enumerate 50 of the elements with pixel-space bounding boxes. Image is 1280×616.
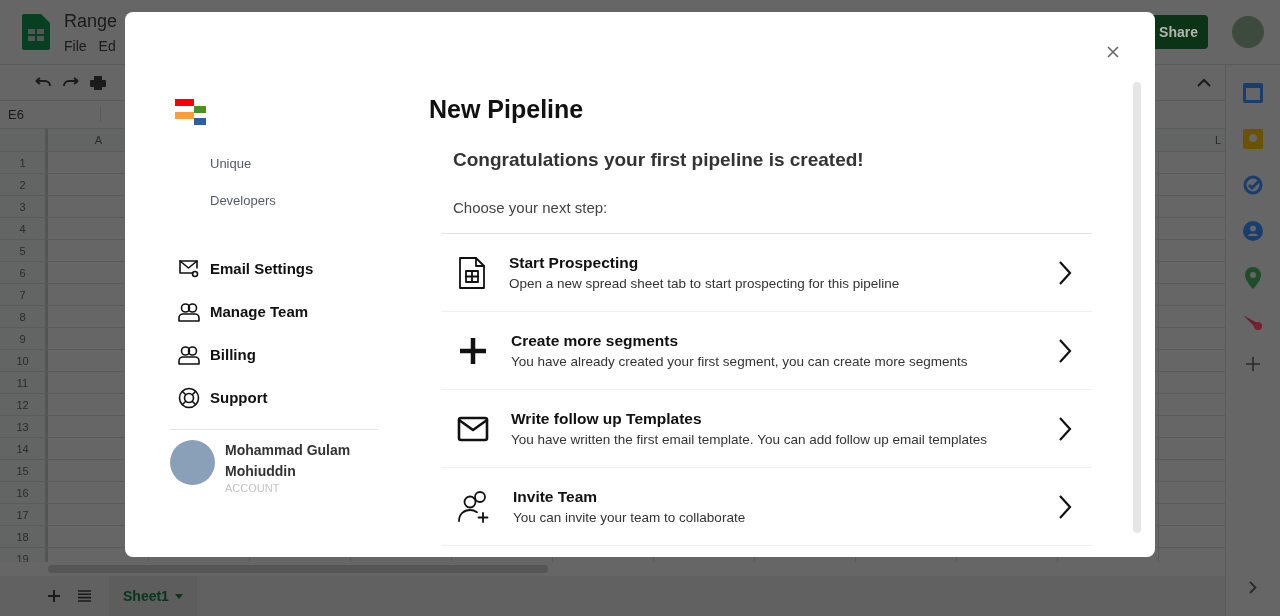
mail-gear-icon: [178, 258, 200, 279]
user-name: Mohammad Gulam Mohiuddin: [225, 441, 352, 481]
spreadsheet-icon: [457, 255, 487, 290]
chevron-right-icon: [1058, 415, 1072, 442]
menu-item[interactable]: File: [64, 37, 87, 54]
sheets-logo-icon: [22, 14, 50, 50]
step-option[interactable]: Write follow up Templates You have written the first email template. You can add follow up email templates: [441, 390, 1092, 468]
brand-name: Developers: [210, 192, 277, 210]
close-icon: [1107, 46, 1119, 58]
nav-link[interactable]: Support: [170, 376, 378, 419]
add-user-icon: [457, 489, 491, 524]
chevron-right-icon: [1058, 493, 1072, 520]
nav-link[interactable]: Billing: [170, 333, 378, 376]
menu-icon[interactable]: [78, 590, 91, 602]
lifebuoy-icon: [178, 386, 200, 409]
lightbulb-icon[interactable]: [1243, 129, 1263, 149]
chevron-right-icon: [1058, 259, 1072, 286]
avatar[interactable]: [1232, 16, 1264, 48]
people-icon: [178, 344, 200, 365]
step-option[interactable]: Invite Team You can invite your team to collaborate: [441, 468, 1092, 546]
dialog-title: New Pipeline: [429, 95, 585, 124]
check-circle-icon[interactable]: [1243, 175, 1263, 195]
map-pin-icon[interactable]: [1245, 267, 1261, 289]
calendar-icon[interactable]: [1243, 83, 1263, 103]
sheet-tab[interactable]: Sheet1: [109, 576, 197, 616]
caret-icon: [174, 593, 183, 599]
step-option[interactable]: Start Prospecting Open a new spread sheet tab to start prospecting for this pipeline: [441, 234, 1092, 312]
chevron-up-icon[interactable]: [1197, 78, 1211, 87]
chevron-right-icon: [1058, 337, 1072, 364]
redo-icon[interactable]: [62, 76, 80, 89]
add-icon[interactable]: [48, 590, 60, 602]
step-option[interactable]: Create more segments You have already created your first segment, you can create more segments: [441, 312, 1092, 390]
prompt-text: Choose your next step:: [441, 171, 1092, 234]
print-icon[interactable]: [90, 74, 106, 91]
stacked-bars-logo-icon: [175, 99, 206, 125]
user-role: ACCOUNT: [225, 482, 281, 494]
contact-icon[interactable]: [1243, 221, 1263, 241]
undo-icon[interactable]: [34, 76, 52, 89]
add-icon[interactable]: [1246, 357, 1260, 371]
cell-reference[interactable]: E6: [0, 107, 101, 122]
nav-link[interactable]: Manage Team: [170, 290, 378, 333]
brand-name: Unique: [210, 155, 253, 173]
nav-link[interactable]: Email Settings: [170, 247, 378, 290]
chevron-right-icon[interactable]: [1249, 581, 1257, 594]
menu-item[interactable]: Ed: [98, 37, 116, 54]
people-icon: [178, 301, 200, 322]
envelope-icon: [457, 415, 489, 442]
avatar: [170, 440, 215, 485]
headline: Congratulations your first pipeline is created!: [452, 149, 865, 171]
comet-icon[interactable]: [1243, 315, 1263, 331]
